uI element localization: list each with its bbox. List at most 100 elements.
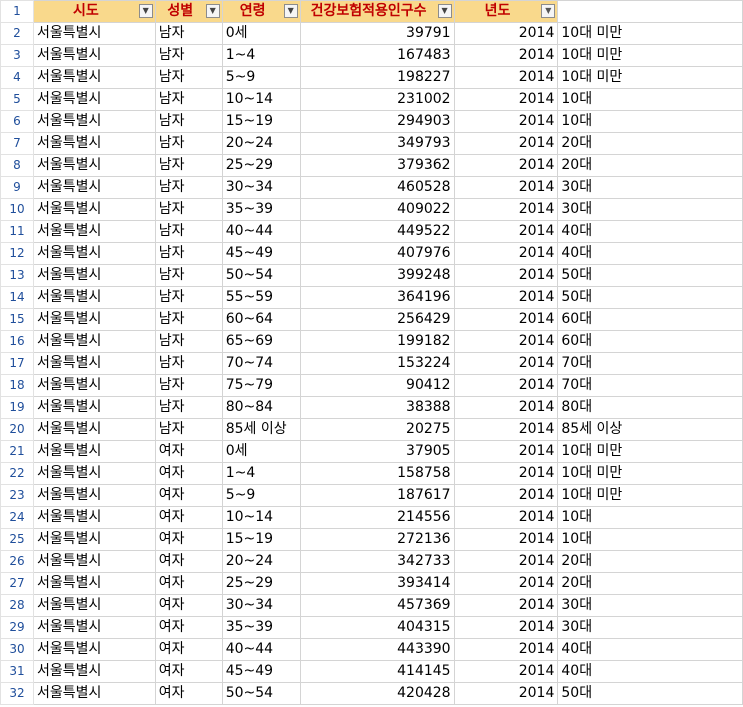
row-number[interactable]: 16 bbox=[0, 330, 34, 353]
cell-sido[interactable]: 서울특별시 bbox=[32, 418, 156, 441]
cell-age[interactable]: 25~29 bbox=[221, 154, 301, 177]
cell-age[interactable]: 85세 이상 bbox=[221, 418, 301, 441]
cell-population[interactable]: 158758 bbox=[299, 462, 455, 485]
cell-sido[interactable]: 서울특별시 bbox=[32, 462, 156, 485]
cell-age[interactable]: 30~34 bbox=[221, 176, 301, 199]
cell-sido[interactable]: 서울특별시 bbox=[32, 352, 156, 375]
row-number[interactable]: 31 bbox=[0, 660, 34, 683]
row-number[interactable]: 6 bbox=[0, 110, 34, 133]
cell-year[interactable]: 2014 bbox=[453, 374, 559, 397]
cell-sido[interactable]: 서울특별시 bbox=[32, 132, 156, 155]
cell-sex[interactable]: 남자 bbox=[154, 264, 223, 287]
cell-sex[interactable]: 남자 bbox=[154, 308, 223, 331]
cell-sido[interactable]: 서울특별시 bbox=[32, 484, 156, 507]
dropdown-arrow-icon[interactable]: ▼ bbox=[205, 4, 220, 18]
cell-population[interactable]: 198227 bbox=[299, 66, 455, 89]
cell-sido[interactable]: 서울특별시 bbox=[32, 66, 156, 89]
cell-year[interactable]: 2014 bbox=[453, 418, 559, 441]
cell-age-group[interactable]: 10대 미만 bbox=[557, 22, 743, 45]
cell-age-group[interactable]: 40대 bbox=[557, 242, 743, 265]
cell-sido[interactable]: 서울특별시 bbox=[32, 22, 156, 45]
row-number[interactable]: 1 bbox=[0, 0, 34, 23]
header-year[interactable]: 년도 ▼ bbox=[453, 0, 559, 23]
cell-year[interactable]: 2014 bbox=[453, 308, 559, 331]
cell-year[interactable]: 2014 bbox=[453, 484, 559, 507]
cell-year[interactable]: 2014 bbox=[453, 110, 559, 133]
cell-population[interactable]: 153224 bbox=[299, 352, 455, 375]
cell-sido[interactable]: 서울특별시 bbox=[32, 440, 156, 463]
cell-year[interactable]: 2014 bbox=[453, 462, 559, 485]
cell-sido[interactable]: 서울특별시 bbox=[32, 616, 156, 639]
cell-age-group[interactable]: 10대 미만 bbox=[557, 440, 743, 463]
cell-sex[interactable]: 남자 bbox=[154, 44, 223, 67]
cell-year[interactable]: 2014 bbox=[453, 528, 559, 551]
row-number[interactable]: 7 bbox=[0, 132, 34, 155]
cell-year[interactable]: 2014 bbox=[453, 506, 559, 529]
cell-sido[interactable]: 서울특별시 bbox=[32, 286, 156, 309]
cell-sex[interactable]: 여자 bbox=[154, 616, 223, 639]
cell-year[interactable]: 2014 bbox=[453, 220, 559, 243]
cell-year[interactable]: 2014 bbox=[453, 242, 559, 265]
cell-age-group[interactable]: 10대 미만 bbox=[557, 66, 743, 89]
cell-population[interactable]: 256429 bbox=[299, 308, 455, 331]
cell-sido[interactable]: 서울특별시 bbox=[32, 154, 156, 177]
row-number[interactable]: 14 bbox=[0, 286, 34, 309]
cell-population[interactable]: 460528 bbox=[299, 176, 455, 199]
cell-age[interactable]: 15~19 bbox=[221, 110, 301, 133]
cell-age[interactable]: 1~4 bbox=[221, 44, 301, 67]
cell-sido[interactable]: 서울특별시 bbox=[32, 220, 156, 243]
cell-population[interactable]: 407976 bbox=[299, 242, 455, 265]
cell-age-group[interactable]: 50대 bbox=[557, 264, 743, 287]
header-population[interactable]: 건강보험적용인구수 ▼ bbox=[299, 0, 455, 23]
cell-sex[interactable]: 남자 bbox=[154, 22, 223, 45]
cell-year[interactable]: 2014 bbox=[453, 198, 559, 221]
row-number[interactable]: 27 bbox=[0, 572, 34, 595]
cell-age-group[interactable]: 30대 bbox=[557, 198, 743, 221]
cell-sido[interactable]: 서울특별시 bbox=[32, 396, 156, 419]
cell-sex[interactable]: 남자 bbox=[154, 176, 223, 199]
cell-sex[interactable]: 여자 bbox=[154, 484, 223, 507]
row-number[interactable]: 32 bbox=[0, 682, 34, 705]
cell-sido[interactable]: 서울특별시 bbox=[32, 44, 156, 67]
row-number[interactable]: 9 bbox=[0, 176, 34, 199]
cell-sido[interactable]: 서울특별시 bbox=[32, 374, 156, 397]
row-number[interactable]: 28 bbox=[0, 594, 34, 617]
cell-year[interactable]: 2014 bbox=[453, 352, 559, 375]
cell-year[interactable]: 2014 bbox=[453, 660, 559, 683]
cell-sido[interactable]: 서울특별시 bbox=[32, 264, 156, 287]
cell-age[interactable]: 40~44 bbox=[221, 220, 301, 243]
cell-population[interactable]: 187617 bbox=[299, 484, 455, 507]
cell-sido[interactable]: 서울특별시 bbox=[32, 242, 156, 265]
cell-sex[interactable]: 남자 bbox=[154, 66, 223, 89]
cell-age-group[interactable]: 10대 bbox=[557, 110, 743, 133]
cell-age-group[interactable]: 60대 bbox=[557, 308, 743, 331]
row-number[interactable]: 4 bbox=[0, 66, 34, 89]
row-number[interactable]: 2 bbox=[0, 22, 34, 45]
cell-age[interactable]: 65~69 bbox=[221, 330, 301, 353]
row-number[interactable]: 26 bbox=[0, 550, 34, 573]
cell-year[interactable]: 2014 bbox=[453, 154, 559, 177]
cell-year[interactable]: 2014 bbox=[453, 176, 559, 199]
cell-year[interactable]: 2014 bbox=[453, 264, 559, 287]
cell-sido[interactable]: 서울특별시 bbox=[32, 682, 156, 705]
cell-sex[interactable]: 남자 bbox=[154, 220, 223, 243]
cell-sido[interactable]: 서울특별시 bbox=[32, 88, 156, 111]
cell-sido[interactable]: 서울특별시 bbox=[32, 572, 156, 595]
cell-age-group[interactable]: 10대 미만 bbox=[557, 44, 743, 67]
cell-sex[interactable]: 남자 bbox=[154, 286, 223, 309]
cell-sido[interactable]: 서울특별시 bbox=[32, 330, 156, 353]
cell-year[interactable]: 2014 bbox=[453, 44, 559, 67]
cell-age-group[interactable]: 40대 bbox=[557, 220, 743, 243]
row-number[interactable]: 30 bbox=[0, 638, 34, 661]
row-number[interactable]: 10 bbox=[0, 198, 34, 221]
cell-population[interactable]: 39791 bbox=[299, 22, 455, 45]
cell-population[interactable]: 443390 bbox=[299, 638, 455, 661]
cell-year[interactable]: 2014 bbox=[453, 88, 559, 111]
dropdown-arrow-icon[interactable]: ▼ bbox=[283, 4, 298, 18]
cell-age[interactable]: 60~64 bbox=[221, 308, 301, 331]
cell-year[interactable]: 2014 bbox=[453, 440, 559, 463]
cell-age-group[interactable]: 60대 bbox=[557, 330, 743, 353]
cell-year[interactable]: 2014 bbox=[453, 22, 559, 45]
row-number[interactable]: 18 bbox=[0, 374, 34, 397]
cell-sex[interactable]: 남자 bbox=[154, 88, 223, 111]
